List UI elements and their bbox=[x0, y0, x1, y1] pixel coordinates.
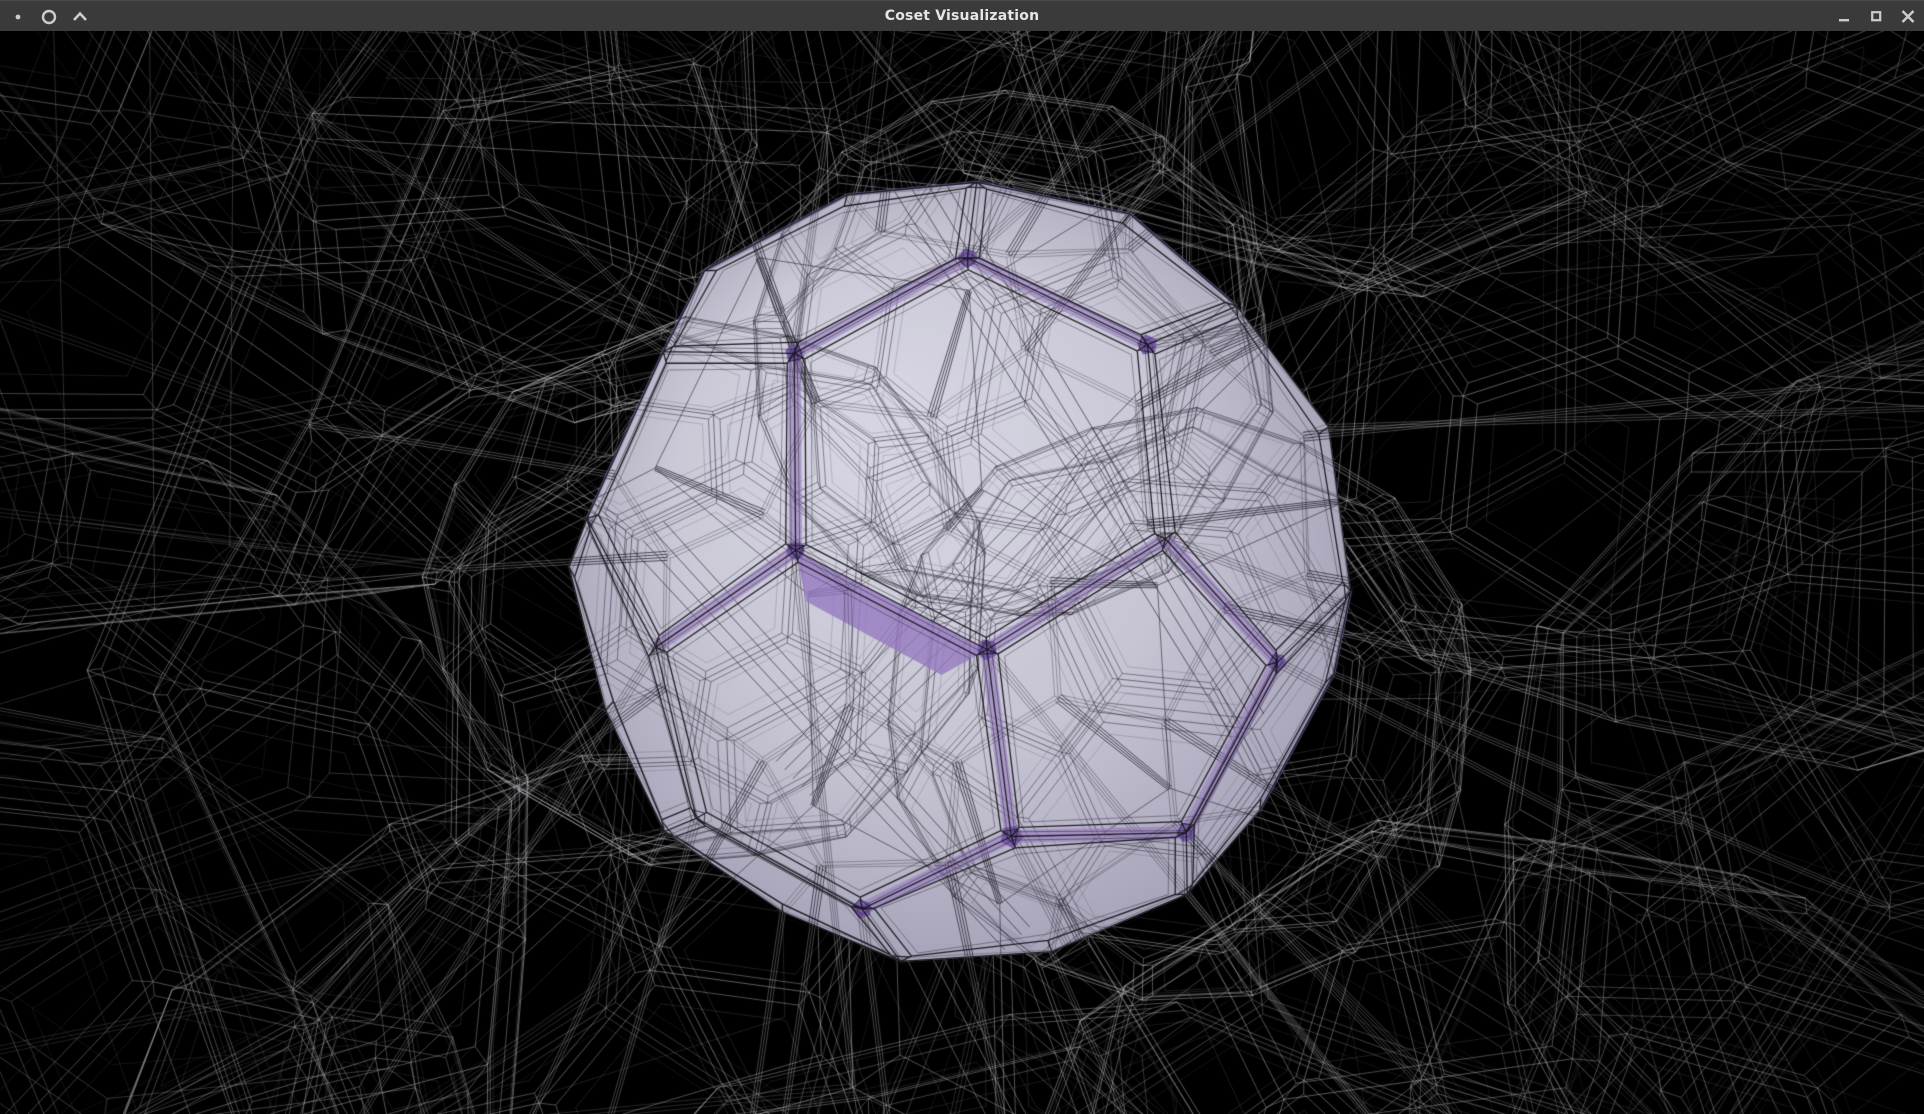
titlebar-right-controls bbox=[1828, 1, 1924, 32]
app-window: Coset Visualization bbox=[0, 0, 1924, 1114]
maximize-icon[interactable] bbox=[1860, 1, 1892, 32]
close-icon-shape bbox=[1903, 11, 1914, 22]
visualization-canvas[interactable] bbox=[0, 31, 1924, 1114]
close-icon[interactable] bbox=[1892, 1, 1924, 32]
minimize-icon[interactable] bbox=[1828, 1, 1860, 32]
titlebar[interactable]: Coset Visualization bbox=[0, 0, 1924, 31]
viewport bbox=[0, 31, 1924, 1114]
minimize-icon-shape bbox=[1839, 19, 1849, 21]
maximize-icon-shape bbox=[1872, 12, 1880, 20]
window-title: Coset Visualization bbox=[0, 8, 1924, 24]
